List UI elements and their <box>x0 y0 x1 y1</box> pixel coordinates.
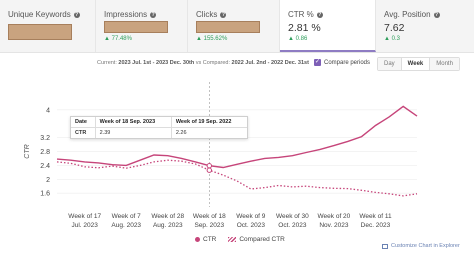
help-icon[interactable]: ? <box>316 11 323 18</box>
tooltip-col-date: Date <box>71 117 96 128</box>
metric-delta: ▲ 155.62% <box>196 36 228 42</box>
hover-points <box>206 163 213 173</box>
help-icon[interactable]: ? <box>150 11 157 18</box>
tooltip-col-compared: Week of 19 Sep. 2022 <box>170 117 247 128</box>
tooltip-col-current: Week of 18 Sep. 2023 <box>94 117 172 128</box>
legend-item-compared-ctr[interactable]: Compared CTR <box>228 236 285 243</box>
chart-toolbar: Current: 2023 Jul. 1st - 2023 Dec. 30th … <box>0 56 474 71</box>
x-tick-label: Nov. 2023 <box>319 222 349 229</box>
y-axis-ticks: 1.6 2 2.4 2.8 3.2 4 <box>40 107 50 197</box>
y-axis-label: CTR <box>24 144 31 158</box>
checkbox-checked-icon[interactable]: ✓ <box>314 59 321 66</box>
redacted-value-block <box>104 21 168 33</box>
metric-delta: ▲ 0.86 <box>288 36 308 42</box>
redacted-value-block <box>8 24 72 40</box>
y-tick-label: 2 <box>46 177 50 184</box>
metric-unique-keywords[interactable]: Unique Keywords? <box>0 0 96 52</box>
y-tick-label: 1.6 <box>40 191 50 198</box>
chart-explorer-icon <box>382 243 388 249</box>
x-tick-label: Week of 9 <box>236 213 266 220</box>
metric-title: Avg. Position <box>384 10 431 19</box>
x-axis-ticks: Week of 17 Jul. 2023 Week of 7 Aug. 2023 Wee… <box>68 213 392 229</box>
x-tick-label: Dec. 2023 <box>361 222 391 229</box>
metric-clicks[interactable]: Clicks? ▲ 155.62% <box>188 0 280 52</box>
granularity-week-button[interactable]: Week <box>401 58 431 70</box>
x-tick-label: Week of 20 <box>318 213 351 220</box>
x-tick-label: Week of 30 <box>276 213 309 220</box>
hover-point-compared-ctr <box>206 167 213 173</box>
metric-impressions[interactable]: Impressions? ▲ 77.48% <box>96 0 188 52</box>
help-icon[interactable]: ? <box>433 11 440 18</box>
customize-chart-link[interactable]: Customize Chart in Explorer <box>382 243 460 249</box>
x-tick-label: Oct. 2023 <box>278 222 307 229</box>
metric-delta: ▲ 77.48% <box>104 36 132 42</box>
help-icon[interactable]: ? <box>220 11 227 18</box>
help-icon[interactable]: ? <box>73 11 80 18</box>
metric-value: 2.81 % <box>288 22 321 34</box>
metric-title: Clicks <box>196 10 218 19</box>
x-tick-label: Oct. 2023 <box>237 222 266 229</box>
x-tick-label: Sep. 2023 <box>194 222 224 229</box>
y-tick-label: 3.2 <box>40 135 50 142</box>
metric-delta: ▲ 0.3 <box>384 36 400 42</box>
period-text: Current: 2023 Jul. 1st - 2023 Dec. 30th … <box>97 60 309 66</box>
metric-title: Unique Keywords <box>8 10 71 19</box>
hover-point-ctr <box>206 163 213 169</box>
x-tick-label: Week of 28 <box>151 213 184 220</box>
metric-cards: Unique Keywords? Impressions? ▲ 77.48% C… <box>0 0 474 53</box>
x-tick-label: Aug. 2023 <box>153 222 183 229</box>
metric-ctr[interactable]: CTR %? 2.81 % ▲ 0.86 <box>280 0 376 52</box>
y-tick-label: 2.4 <box>40 163 50 170</box>
chart-tooltip: Date Week of 18 Sep. 2023 Week of 19 Sep… <box>70 116 248 139</box>
legend-item-ctr[interactable]: CTR <box>195 236 216 243</box>
tooltip-row-label: CTR <box>75 130 87 136</box>
y-tick-label: 2.8 <box>40 149 50 156</box>
y-tick-label: 4 <box>46 107 50 114</box>
x-tick-label: Jul. 2023 <box>71 222 98 229</box>
tooltip-compared-value: 2.26 <box>170 127 247 138</box>
metric-title: Impressions <box>104 10 148 19</box>
ctr-line-chart[interactable]: 1.622.42.83.24 CTR Week of 17Jul. 2023We… <box>0 72 474 232</box>
x-tick-label: Aug. 2023 <box>111 222 141 229</box>
chart-legend: CTR Compared CTR <box>195 236 285 243</box>
redacted-value-block <box>196 21 260 33</box>
compare-periods-toggle[interactable]: ✓ Compare periods <box>314 59 370 66</box>
metric-title: CTR % <box>288 10 314 19</box>
tooltip-current-value: 2.39 <box>94 127 172 138</box>
granularity-day-button[interactable]: Day <box>378 58 402 70</box>
compare-periods-label: Compare periods <box>324 59 371 66</box>
granularity-month-button[interactable]: Month <box>430 58 459 70</box>
x-tick-label: Week of 18 <box>193 213 226 220</box>
x-tick-label: Week of 11 <box>359 213 392 220</box>
granularity-selector[interactable]: Day Week Month <box>377 57 460 71</box>
x-tick-label: Week of 7 <box>112 213 142 220</box>
metric-value: 7.62 <box>384 22 405 34</box>
x-tick-label: Week of 17 <box>68 213 101 220</box>
legend-hatched-icon <box>228 237 237 242</box>
legend-dot-icon <box>195 237 200 242</box>
metric-avg-position[interactable]: Avg. Position? 7.62 ▲ 0.3 <box>376 0 474 52</box>
